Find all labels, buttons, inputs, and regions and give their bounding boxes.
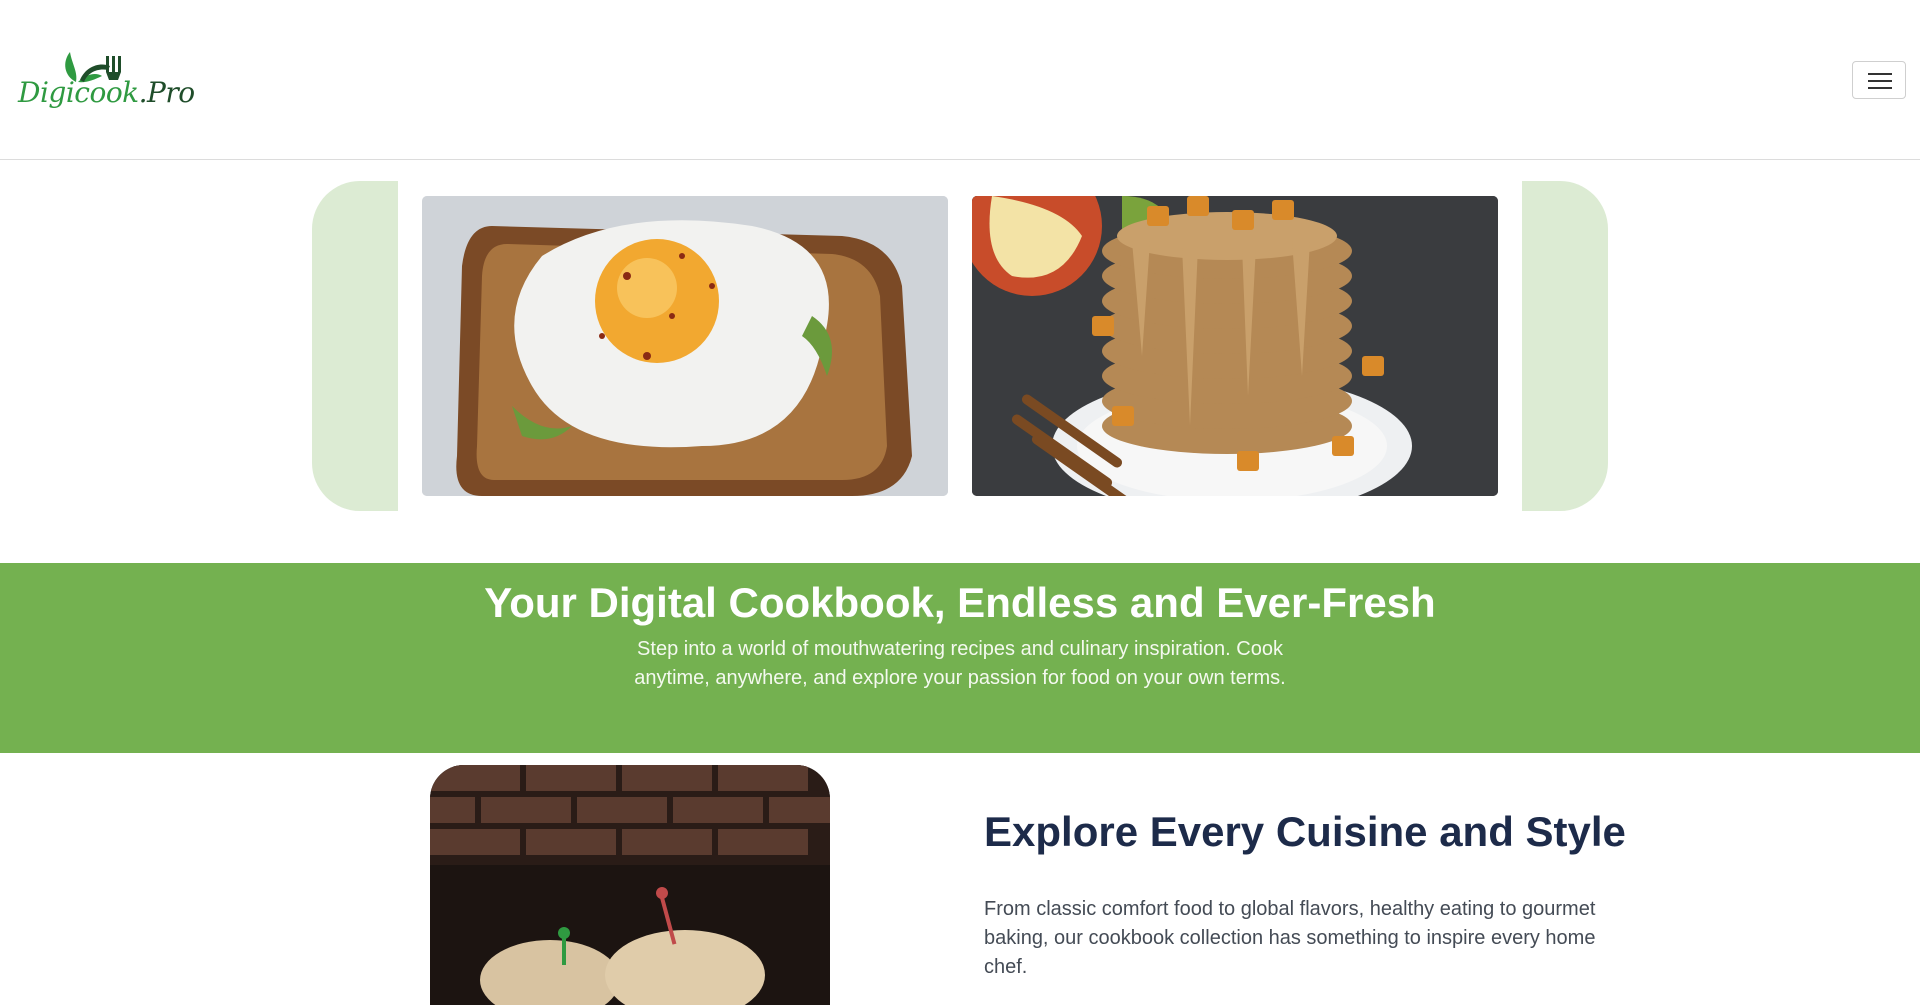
hamburger-menu-icon-bar-middle bbox=[1868, 80, 1892, 82]
pancakes-image bbox=[972, 196, 1498, 496]
carousel-next-button[interactable] bbox=[1522, 181, 1608, 511]
hamburger-menu-icon-bar-top bbox=[1868, 73, 1892, 75]
hero-banner: Your Digital Cookbook, Endless and Ever-… bbox=[0, 563, 1920, 753]
hero-subtitle: Step into a world of mouthwatering recip… bbox=[634, 638, 1286, 689]
carousel-slide-egg-toast[interactable] bbox=[422, 196, 948, 496]
burger-feature-image bbox=[430, 765, 830, 1005]
burger-image bbox=[430, 765, 830, 1005]
feature-title: Explore Every Cuisine and Style bbox=[984, 808, 1626, 855]
egg-toast-image bbox=[422, 196, 948, 496]
carousel-slide-pancakes[interactable] bbox=[972, 196, 1498, 496]
recipe-carousel bbox=[0, 160, 1920, 562]
logo-wordmark: Digicook.Pro bbox=[18, 76, 195, 109]
feature-text: From classic comfort food to global flav… bbox=[984, 898, 1596, 978]
hero-title: Your Digital Cookbook, Endless and Ever-… bbox=[484, 579, 1436, 626]
site-logo[interactable]: Digicook.Pro bbox=[16, 46, 195, 116]
carousel-prev-button[interactable] bbox=[312, 181, 398, 511]
logo-text-suffix: .Pro bbox=[138, 76, 195, 109]
logo-text-main: Digicook bbox=[18, 76, 139, 109]
menu-toggle-button[interactable] bbox=[1852, 61, 1906, 99]
hamburger-menu-icon-bar-bottom bbox=[1868, 87, 1892, 89]
site-header: Digicook.Pro bbox=[0, 0, 1920, 160]
